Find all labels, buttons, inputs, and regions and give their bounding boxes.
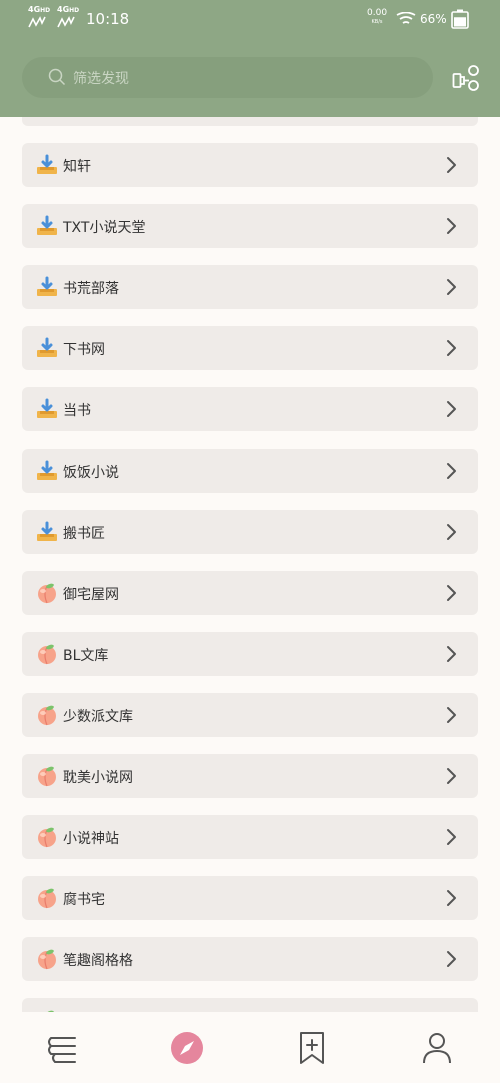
chevron-right-icon xyxy=(444,889,458,911)
chevron-right-icon xyxy=(444,400,458,422)
compass-icon[interactable] xyxy=(169,1030,205,1066)
download-tray-icon xyxy=(36,337,58,359)
source-list: 知轩 TXT小说天堂 书荒部落下书网当书饭饭小说搬书匠御宅屋网 BL文库少数派文库耽美… xyxy=(0,117,500,1012)
bottom-nav xyxy=(0,1012,500,1083)
list-item-label: 知轩 xyxy=(63,159,91,175)
list-item-label: 耽美小说网 xyxy=(63,770,133,786)
peach-icon xyxy=(36,948,58,970)
peach-icon xyxy=(36,643,58,665)
download-tray-icon xyxy=(36,460,58,482)
list-item[interactable]: 笔趣阁格格 xyxy=(22,937,478,982)
speed-value: 0.00 xyxy=(367,8,388,18)
peach-icon xyxy=(36,704,58,726)
download-tray-icon xyxy=(36,521,58,543)
list-item[interactable] xyxy=(22,117,478,126)
list-item[interactable]: 当书 xyxy=(22,387,478,432)
list-item-label: 御宅屋网 xyxy=(63,586,119,603)
list-item-label: 当书 xyxy=(63,403,91,420)
list-item-label: 笔趣阁格格 xyxy=(63,953,133,970)
network-indicator-2: 4GHD xyxy=(57,6,79,28)
list-item[interactable]: 小说神站 xyxy=(22,815,478,860)
chevron-right-icon xyxy=(444,645,458,667)
peach-icon xyxy=(36,826,58,848)
list-item-label: 饭饭小说 xyxy=(63,464,119,481)
list-item[interactable] xyxy=(22,998,478,1012)
battery-icon xyxy=(451,9,469,29)
network-type: 4G xyxy=(28,5,41,14)
network-hd: HD xyxy=(69,7,80,14)
list-item[interactable]: TXT小说天堂 xyxy=(22,204,478,249)
list-item-label: 少数派文库 xyxy=(63,708,133,725)
list-item-label: 小说神站 xyxy=(63,831,119,848)
clock: 10:18 xyxy=(86,10,130,28)
bookshelf-icon[interactable] xyxy=(45,1030,81,1066)
chevron-right-icon xyxy=(444,462,458,484)
download-tray-icon xyxy=(36,154,58,176)
list-item[interactable]: 耽美小说网 xyxy=(22,754,478,798)
app-header: 4GHD 4GHD 10:18 0.00 KB/s 66% 筛选发现 xyxy=(0,0,500,117)
battery-percent: 66% xyxy=(420,12,447,26)
signal-icon xyxy=(57,16,75,28)
download-tray-icon xyxy=(36,276,58,298)
peach-icon xyxy=(36,887,58,909)
list-item[interactable]: 腐书宅 xyxy=(22,876,478,921)
download-tray-icon xyxy=(36,215,58,237)
list-item-label: 下书网 xyxy=(63,342,105,359)
chevron-right-icon xyxy=(444,523,458,545)
chevron-right-icon xyxy=(444,217,458,239)
network-hd: HD xyxy=(40,7,51,14)
list-item[interactable]: 饭饭小说 xyxy=(22,448,478,493)
network-indicator-1: 4GHD xyxy=(28,6,50,28)
speed-unit: KB/s xyxy=(371,19,383,25)
search-icon xyxy=(48,68,66,86)
chevron-right-icon xyxy=(444,950,458,972)
network-type: 4G xyxy=(57,5,70,14)
bookmark-add-icon[interactable] xyxy=(294,1030,330,1066)
chevron-right-icon xyxy=(444,156,458,178)
status-bar: 4GHD 4GHD 10:18 0.00 KB/s 66% xyxy=(0,0,500,40)
list-item[interactable]: 下书网 xyxy=(22,326,478,371)
list-item[interactable]: 书荒部落 xyxy=(22,265,478,310)
chevron-right-icon xyxy=(444,584,458,606)
chevron-right-icon xyxy=(444,278,458,300)
search-input[interactable]: 筛选发现 xyxy=(22,57,433,98)
chevron-right-icon xyxy=(444,828,458,850)
peach-icon xyxy=(36,582,58,604)
download-tray-icon xyxy=(36,398,58,420)
signal-icon xyxy=(28,16,46,28)
search-placeholder: 筛选发现 xyxy=(73,71,129,87)
network-speed: 0.00 KB/s xyxy=(367,9,387,27)
person-icon[interactable] xyxy=(419,1030,455,1066)
list-item[interactable]: 搬书匠 xyxy=(22,509,478,554)
list-item-label: 搬书匠 xyxy=(63,525,105,542)
chevron-right-icon xyxy=(444,706,458,728)
list-item-label: 腐书宅 xyxy=(63,892,105,909)
list-item[interactable]: 少数派文库 xyxy=(22,692,478,737)
list-item-label: BL文库 xyxy=(63,647,109,664)
list-item-label: 书荒部落 xyxy=(63,281,119,298)
peach-icon xyxy=(36,765,58,787)
list-item[interactable]: 御宅屋网 xyxy=(22,570,478,615)
chevron-right-icon xyxy=(444,339,458,361)
chevron-right-icon xyxy=(444,767,458,789)
list-item-label: TXT小说天堂 xyxy=(63,220,146,237)
list-item[interactable]: BL文库 xyxy=(22,631,478,676)
list-item[interactable]: 知轩 xyxy=(22,143,478,187)
wifi-icon xyxy=(396,12,416,24)
group-filter-icon[interactable] xyxy=(452,64,482,94)
